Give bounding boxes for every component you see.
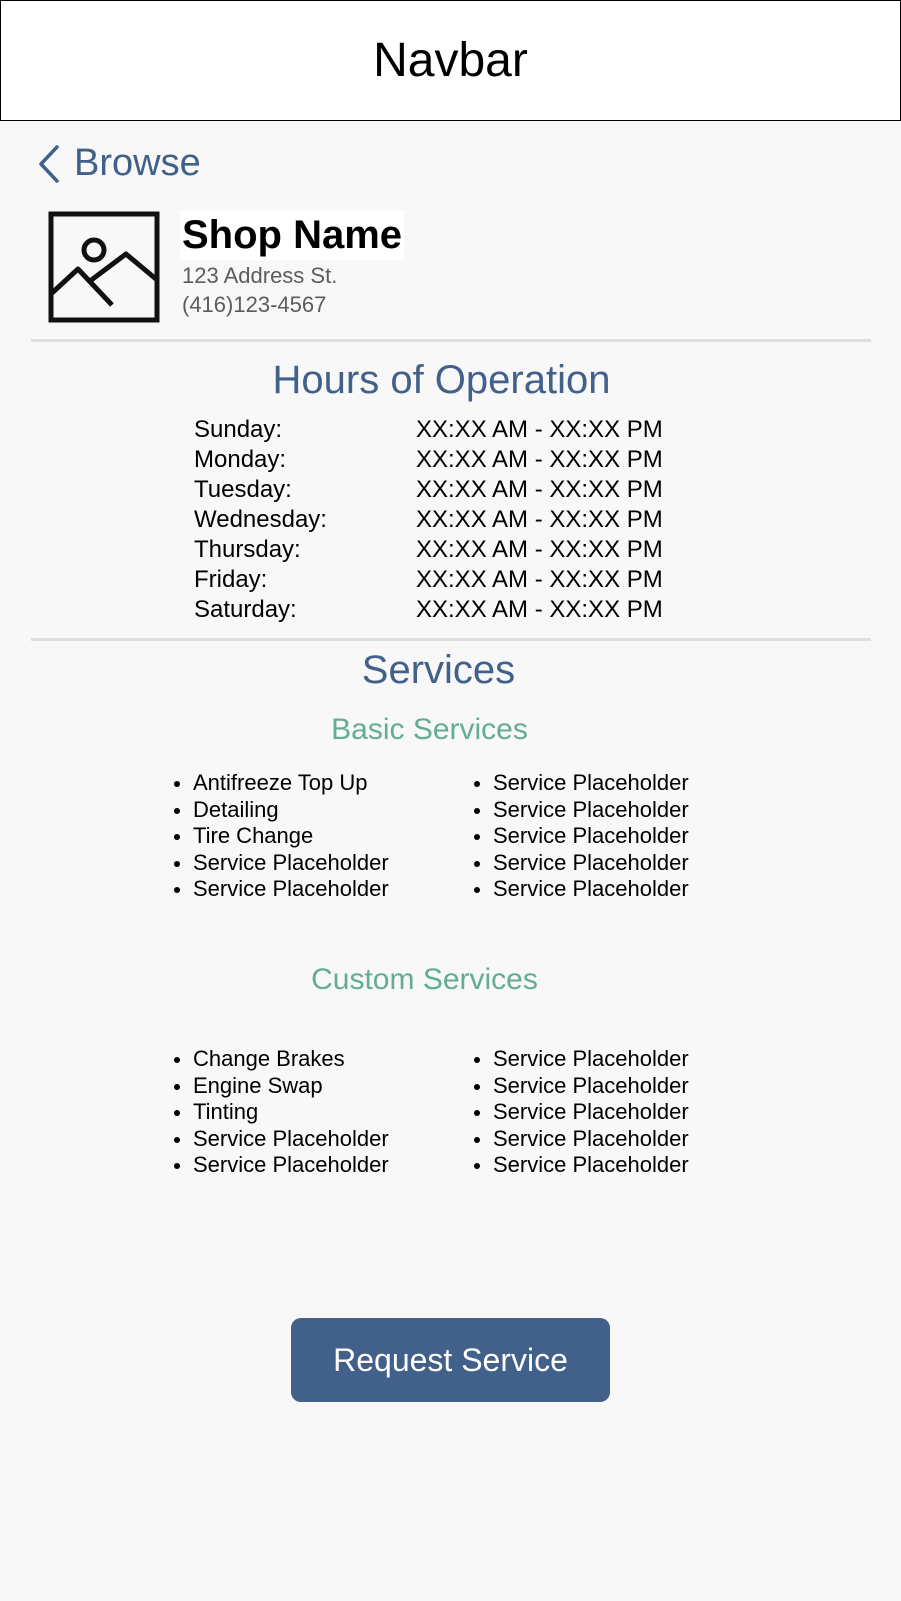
hours-time: XX:XX AM - XX:XX PM [416,506,663,533]
back-browse-link[interactable]: Browse [38,142,201,185]
hours-row: Sunday: XX:XX AM - XX:XX PM [194,415,663,445]
hours-day: Saturday: [194,596,297,623]
navbar-title: Navbar [373,34,528,87]
hours-row: Thursday: XX:XX AM - XX:XX PM [194,535,663,565]
hours-table: Sunday: XX:XX AM - XX:XX PM Monday: XX:X… [194,415,663,625]
hours-time: XX:XX AM - XX:XX PM [416,446,663,473]
hours-day: Thursday: [194,536,301,563]
hours-row: Friday: XX:XX AM - XX:XX PM [194,565,663,595]
service-item: Service Placeholder [171,1152,389,1179]
basic-services-list-right: Service Placeholder Service Placeholder … [471,770,689,903]
service-item: Service Placeholder [471,823,689,850]
service-item: Tinting [171,1099,389,1126]
hours-day: Friday: [194,566,268,593]
service-item: Service Placeholder [171,1126,389,1153]
hours-row: Wednesday: XX:XX AM - XX:XX PM [194,505,663,535]
service-item: Service Placeholder [171,876,389,903]
navbar: Navbar [0,0,901,121]
hours-time: XX:XX AM - XX:XX PM [416,416,663,443]
hours-day: Monday: [194,446,287,473]
shop-address: 123 Address St. [182,263,338,288]
request-service-button[interactable]: Request Service [291,1318,610,1402]
custom-services-list-left: Change Brakes Engine Swap Tinting Servic… [171,1046,389,1179]
service-item: Service Placeholder [471,876,689,903]
service-item: Tire Change [171,823,389,850]
hours-time: XX:XX AM - XX:XX PM [416,566,663,593]
image-placeholder-icon [48,211,160,323]
section-divider [31,638,871,641]
chevron-left-icon [38,144,60,183]
service-item: Service Placeholder [471,1126,689,1153]
service-item: Service Placeholder [171,850,389,877]
hours-row: Monday: XX:XX AM - XX:XX PM [194,445,663,475]
shop-phone: (416)123-4567 [182,292,327,317]
custom-services-list-right: Service Placeholder Service Placeholder … [471,1046,689,1179]
hours-row: Tuesday: XX:XX AM - XX:XX PM [194,475,663,505]
services-title: Services [361,648,516,692]
service-item: Engine Swap [171,1073,389,1100]
hours-day: Wednesday: [194,506,327,533]
basic-services-title: Basic Services [331,713,528,746]
section-divider [31,339,871,342]
hours-title: Hours of Operation [272,358,611,402]
back-browse-label: Browse [74,142,201,184]
hours-row: Saturday: XX:XX AM - XX:XX PM [194,595,663,625]
service-item: Antifreeze Top Up [171,770,389,797]
hours-time: XX:XX AM - XX:XX PM [416,596,663,623]
custom-services-title: Custom Services [311,963,538,996]
service-item: Change Brakes [171,1046,389,1073]
service-item: Service Placeholder [471,1099,689,1126]
basic-services-list-left: Antifreeze Top Up Detailing Tire Change … [171,770,389,903]
service-item: Service Placeholder [471,850,689,877]
hours-day: Sunday: [194,416,283,443]
hours-time: XX:XX AM - XX:XX PM [416,536,663,563]
service-item: Service Placeholder [471,797,689,824]
service-item: Detailing [171,797,389,824]
service-item: Service Placeholder [471,1152,689,1179]
hours-time: XX:XX AM - XX:XX PM [416,476,663,503]
hours-day: Tuesday: [194,476,292,503]
shop-name: Shop Name [180,210,405,260]
service-item: Service Placeholder [471,770,689,797]
service-item: Service Placeholder [471,1046,689,1073]
service-item: Service Placeholder [471,1073,689,1100]
